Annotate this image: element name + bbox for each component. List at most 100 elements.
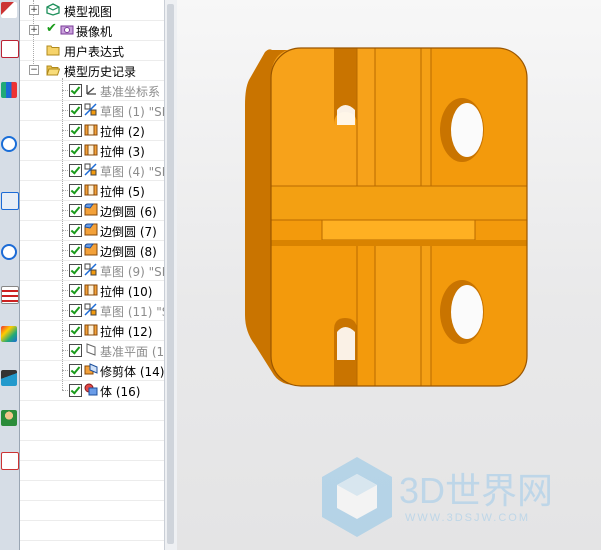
tree-node-label: 拉伸 (12) [100,325,153,339]
visibility-checkbox[interactable] [69,244,82,257]
extrude-icon [84,124,98,136]
sketch-icon [84,163,97,176]
visibility-checkbox[interactable] [69,264,82,277]
empty-row [20,480,164,501]
visibility-checkbox[interactable] [69,184,82,197]
visibility-checkbox[interactable] [69,84,82,97]
visibility-checkbox[interactable] [69,144,82,157]
site-watermark: 3D世界网 WWW.3DSJW.COM [317,452,587,547]
extrude-icon [84,144,98,156]
extrude-icon [84,284,98,296]
tree-node-edge-blend-7[interactable]: 边倒圆 (7) [20,220,164,241]
graphics-viewport[interactable]: 3D世界网 WWW.3DSJW.COM [177,0,601,550]
body-icon [84,383,98,396]
navigator-scrollbar[interactable] [164,0,177,550]
tree-node-label: 拉伸 (5) [100,185,145,199]
tree-node-label: 修剪体 (14) [100,365,164,379]
tree-node-label: 模型视图 [64,5,113,19]
visibility-checkbox[interactable] [69,104,82,117]
sketch-icon [84,263,97,276]
tree-node-sketch-1[interactable]: 草图 (1) "SK [20,100,164,121]
visibility-checkbox[interactable] [69,204,82,217]
expand-toggle[interactable]: + [29,5,39,15]
model-views-icon [46,3,60,16]
visibility-checkbox[interactable] [69,324,82,337]
visibility-checkbox[interactable] [69,384,82,397]
visibility-checkbox[interactable] [69,164,82,177]
tree-node-label: 边倒圆 (6) [100,205,157,219]
tree-node-trim-body-14[interactable]: 修剪体 (14) [20,360,164,381]
tree-node-extrude-3[interactable]: 拉伸 (3) [20,140,164,161]
edge-blend-icon [84,223,98,236]
empty-row [20,500,164,521]
tree-node-user-expressions[interactable]: 用户表达式 [20,40,164,61]
empty-row [20,460,164,481]
history-palette-tab-icon[interactable] [1,192,19,210]
empty-row [20,420,164,441]
tree-node-edge-blend-8[interactable]: 边倒圆 (8) [20,240,164,261]
visibility-checkbox[interactable] [69,344,82,357]
sketch-icon [84,103,97,116]
tree-node-model-history[interactable]: − 模型历史记录 [20,60,164,81]
visibility-checkbox[interactable] [69,364,82,377]
visibility-checkbox[interactable] [69,284,82,297]
tree-node-label: 摄像机 [76,25,113,39]
visibility-checkbox[interactable] [69,124,82,137]
visibility-checkbox[interactable] [69,224,82,237]
tree-node-label: 草图 (11) "S [100,305,164,319]
edge-blend-icon [84,243,98,256]
manufacturing-wizard-tab-icon[interactable] [1,326,17,342]
tree-node-extrude-2[interactable]: 拉伸 (2) [20,120,164,141]
role-tab-icon-1[interactable] [1,370,17,386]
cameras-icon [60,25,74,35]
tree-node-extrude-5[interactable]: 拉伸 (5) [20,180,164,201]
folder-icon [46,45,60,56]
constraint-navigator-tab-icon[interactable] [1,82,17,98]
tree-node-label: 草图 (9) "SK [100,265,164,279]
datum-csys-icon [86,85,96,95]
tree-node-label: 草图 (1) "SK [100,105,164,119]
assembly-navigator-tab-icon[interactable] [1,40,19,58]
tree-node-label: 草图 (4) "SK [100,165,164,179]
tree-node-label: 基准坐标系 [100,85,161,99]
history-tab-icon[interactable] [1,244,17,260]
expand-toggle[interactable]: + [29,25,39,35]
tree-node-edge-blend-6[interactable]: 边倒圆 (6) [20,200,164,221]
extrude-icon [84,184,98,196]
tree-node-label: 边倒圆 (8) [100,245,157,259]
empty-row [20,400,164,421]
tree-node-extrude-10[interactable]: 拉伸 (10) [20,280,164,301]
process-studio-tab-icon[interactable] [1,286,19,304]
sketch-icon [84,303,97,316]
visibility-checkbox[interactable] [69,304,82,317]
tree-node-sketch-4[interactable]: 草图 (4) "SK [20,160,164,181]
part-navigator-tab-icon[interactable] [1,2,17,18]
system-materials-tab-icon[interactable] [1,452,19,470]
tree-node-label: 模型历史记录 [64,65,137,79]
tree-node-label: 拉伸 (10) [100,285,153,299]
tree-node-label: 体 (16) [100,385,141,399]
tree-node-extrude-12[interactable]: 拉伸 (12) [20,320,164,341]
tree-node-datum-csys[interactable]: 基准坐标系 [20,80,164,101]
web-browser-tab-icon[interactable] [1,136,17,152]
datum-plane-icon [86,343,96,356]
role-tab-icon-2[interactable] [1,410,17,426]
collapse-toggle[interactable]: − [29,65,39,75]
resource-bar [0,0,20,550]
tree-node-body-16[interactable]: 体 (16) [20,380,164,401]
watermark-brand: 3D世界网 [399,470,554,511]
tree-node-label: 边倒圆 (7) [100,225,157,239]
tree-node-sketch-11[interactable]: 草图 (11) "S [20,300,164,321]
tree-node-label: 拉伸 (2) [100,125,145,139]
watermark-url: WWW.3DSJW.COM [405,512,530,524]
extrude-icon [84,324,98,336]
part-navigator: + 模型视图 + ✔ 摄像机 用户表达式 − 模型历史记录 基准坐标系 草图 (… [20,0,164,550]
tree-node-sketch-9[interactable]: 草图 (9) "SK [20,260,164,281]
empty-row [20,520,164,541]
tree-node-model-views[interactable]: + 模型视图 [20,0,164,21]
trim-body-icon [84,363,98,375]
tree-node-label: 拉伸 (3) [100,145,145,159]
watermark-cube-logo [322,457,392,537]
tree-node-datum-plane[interactable]: 基准平面 (1 [20,340,164,361]
tree-node-cameras[interactable]: + ✔ 摄像机 [20,20,164,41]
